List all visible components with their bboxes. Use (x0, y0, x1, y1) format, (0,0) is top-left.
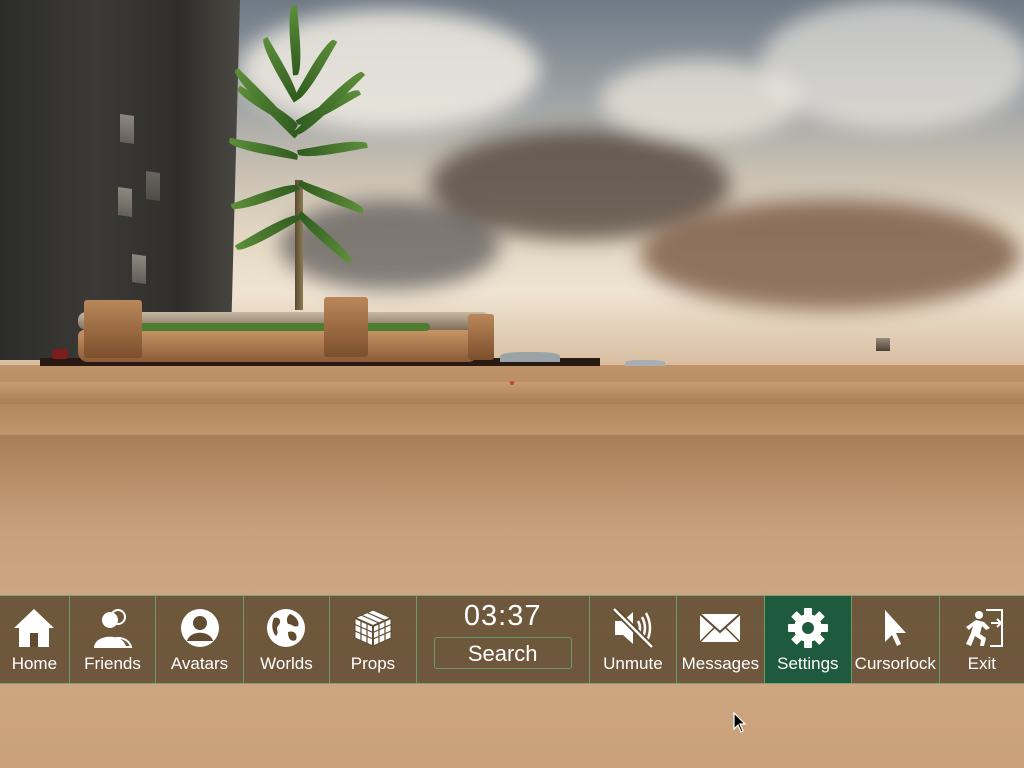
mouse-pointer-icon (733, 712, 747, 733)
gear-icon (787, 608, 828, 648)
avatar-icon (180, 609, 219, 647)
cursor-arrow-icon (885, 610, 907, 646)
tree-leaf (230, 180, 300, 214)
exit-door-icon (965, 609, 1003, 647)
envelope-icon (699, 613, 742, 643)
messages-label: Messages (681, 654, 760, 673)
clock-panel: 03:37 Search (417, 596, 590, 683)
settings-button[interactable]: Settings (764, 596, 853, 683)
tree-leaf (294, 211, 355, 264)
avatars-button[interactable]: Avatars (156, 596, 244, 683)
home-label: Home (11, 654, 58, 673)
props-label: Props (350, 654, 396, 673)
messages-button[interactable]: Messages (677, 596, 765, 683)
hud-menu-bar: Home Friends Avatars Worlds Props 03:37 … (0, 595, 1024, 684)
friends-icon (93, 609, 132, 648)
cube-icon (354, 609, 392, 647)
avatars-label: Avatars (170, 654, 229, 673)
exit-label: Exit (967, 654, 996, 673)
exit-button[interactable]: Exit (940, 596, 1024, 683)
search-button[interactable]: Search (433, 637, 572, 669)
cursorlock-button[interactable]: Cursorlock (852, 596, 940, 683)
muted-speaker-icon (611, 606, 655, 650)
tree-leaf (286, 4, 303, 76)
home-icon (14, 609, 55, 647)
props-button[interactable]: Props (330, 596, 417, 683)
crosshair-dot (510, 381, 514, 385)
worlds-label: Worlds (260, 654, 313, 673)
worlds-button[interactable]: Worlds (244, 596, 331, 683)
globe-icon (267, 609, 306, 647)
tree-leaf (228, 137, 299, 160)
friends-label: Friends (84, 654, 141, 673)
home-button[interactable]: Home (0, 596, 70, 683)
friends-button[interactable]: Friends (70, 596, 157, 683)
settings-label: Settings (777, 654, 839, 673)
tree-leaf (234, 210, 301, 255)
tree-leaf (296, 180, 366, 214)
tree-leaf (297, 137, 368, 160)
unmute-button[interactable]: Unmute (590, 596, 678, 683)
clock-time: 03:37 (463, 600, 542, 632)
unmute-label: Unmute (603, 654, 663, 673)
cursorlock-label: Cursorlock (854, 654, 936, 673)
